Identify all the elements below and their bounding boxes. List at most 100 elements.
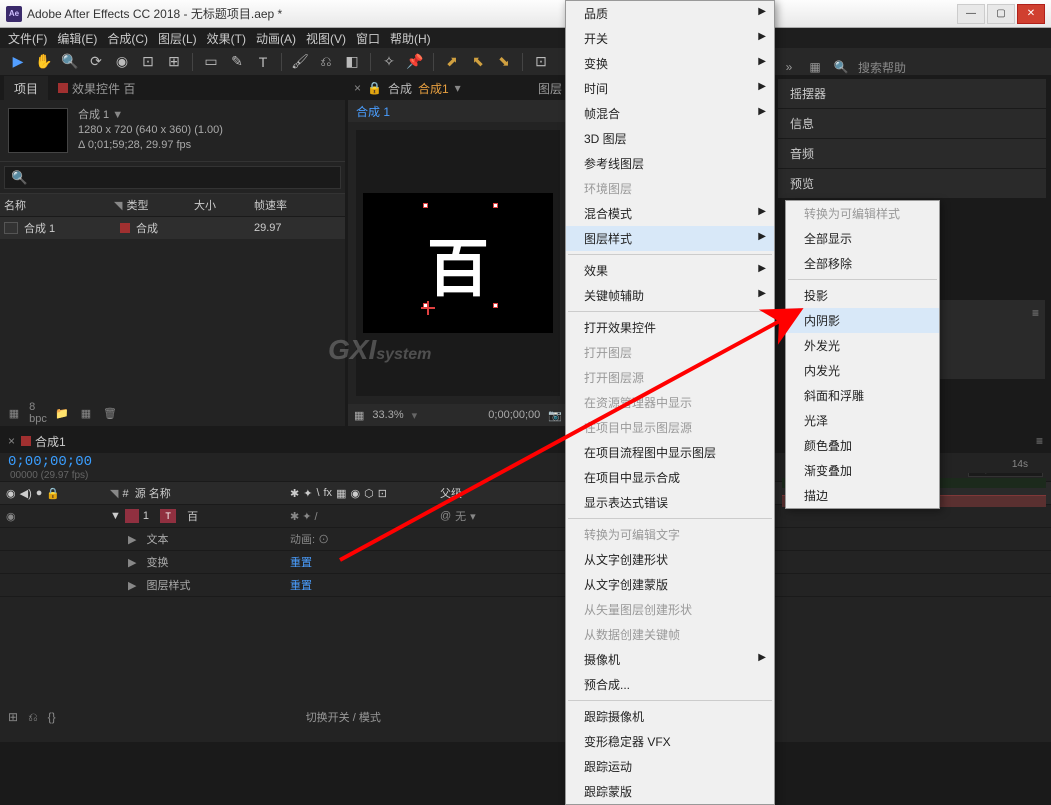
menu-item[interactable]: 参考线图层 <box>566 151 774 176</box>
selection-handle[interactable] <box>493 203 498 208</box>
animate-menu-icon[interactable]: ⊙ <box>318 534 329 546</box>
col-name-header[interactable]: 名称 <box>4 197 114 213</box>
reset-button[interactable]: 重置 <box>290 557 312 569</box>
workspace-arrows-icon[interactable]: » <box>780 58 798 76</box>
menu-item[interactable]: 跟踪蒙版 <box>566 779 774 804</box>
menu-item[interactable]: 开关▶ <box>566 26 774 51</box>
menu-item[interactable]: 帧混合▶ <box>566 101 774 126</box>
toggle-icon[interactable]: {} <box>48 710 56 724</box>
zoom-tool-icon[interactable]: 🔍 <box>60 52 80 72</box>
roto-tool-icon[interactable]: ✧ <box>379 52 399 72</box>
composition-canvas[interactable]: 百 GXIsystem <box>356 130 560 396</box>
viewer-timecode[interactable]: 0;00;00;00 <box>488 409 540 421</box>
panel-audio[interactable]: 音频 <box>778 139 1046 168</box>
menu-item[interactable]: 3D 图层 <box>566 126 774 151</box>
viewer-comp-name[interactable]: 合成1 <box>418 80 449 97</box>
effect-controls-tab[interactable]: 效果控件 百 <box>48 76 145 101</box>
search-help-input[interactable]: 搜索帮助 <box>858 59 906 76</box>
timeline-comp-name[interactable]: 合成1 <box>35 433 66 450</box>
clone-tool-icon[interactable]: ⎌ <box>316 52 336 72</box>
type-tool-icon[interactable]: T <box>253 52 273 72</box>
menu-item[interactable]: 内发光 <box>786 358 939 383</box>
viewer-snapshot-icon[interactable]: 📷 <box>548 409 562 422</box>
menu-item[interactable]: 从文字创建形状 <box>566 547 774 572</box>
panel-menu-icon[interactable]: ≡ <box>1032 306 1039 320</box>
eraser-tool-icon[interactable]: ◧ <box>342 52 362 72</box>
axis-view-icon[interactable]: ⬊ <box>494 52 514 72</box>
selection-tool-icon[interactable]: ▶ <box>8 52 28 72</box>
text-layer-content[interactable]: 百 <box>427 218 489 308</box>
parent-dropdown[interactable]: 无 <box>455 508 466 524</box>
brush-tool-icon[interactable]: 🖌 <box>290 52 310 72</box>
project-item-row[interactable]: 合成 1 合成 29.97 <box>0 217 345 239</box>
rectangle-tool-icon[interactable]: ▭ <box>201 52 221 72</box>
av-toggle-icon[interactable]: ◉ <box>6 487 16 500</box>
twirl-icon[interactable]: ▶ <box>128 556 136 569</box>
pen-tool-icon[interactable]: ✎ <box>227 52 247 72</box>
menu-item[interactable]: 跟踪摄像机 <box>566 704 774 729</box>
pan-behind-tool-icon[interactable]: ⊞ <box>164 52 184 72</box>
menu-item[interactable]: 光泽 <box>786 408 939 433</box>
source-name-col[interactable]: 源 名称 <box>135 488 171 500</box>
window-close-button[interactable]: ✕ <box>1017 4 1045 24</box>
menu-item[interactable]: 关键帧辅助▶ <box>566 283 774 308</box>
delete-icon[interactable]: 🗑 <box>102 406 118 420</box>
camera-tool-icon[interactable]: ⊡ <box>138 52 158 72</box>
toggle-switches-label[interactable]: 切换开关 / 模式 <box>306 709 381 725</box>
menu-item[interactable]: 时间▶ <box>566 76 774 101</box>
timeline-menu-icon[interactable]: ≡ <box>1036 434 1043 448</box>
composition-thumbnail[interactable] <box>8 108 68 153</box>
selection-handle[interactable] <box>423 203 428 208</box>
project-tab[interactable]: 项目 <box>4 76 48 101</box>
col-size-header[interactable]: 大小 <box>194 197 254 213</box>
menu-item[interactable]: 从文字创建蒙版 <box>566 572 774 597</box>
layer-name[interactable]: 百 <box>187 508 198 524</box>
window-minimize-button[interactable]: — <box>957 4 985 24</box>
rotation-tool-icon[interactable]: ◉ <box>112 52 132 72</box>
new-comp-icon[interactable]: ▦ <box>78 406 94 420</box>
menu-item[interactable]: 渐变叠加 <box>786 458 939 483</box>
menu-composition[interactable]: 合成(C) <box>107 30 148 47</box>
menu-file[interactable]: 文件(F) <box>8 30 47 47</box>
menu-item[interactable]: 斜面和浮雕 <box>786 383 939 408</box>
interpret-icon[interactable]: ▦ <box>6 406 22 420</box>
menu-item[interactable]: 全部显示 <box>786 226 939 251</box>
eye-icon[interactable]: ◉ <box>6 510 16 523</box>
menu-help[interactable]: 帮助(H) <box>390 30 431 47</box>
new-folder-icon[interactable]: 📁 <box>54 406 70 420</box>
zoom-level[interactable]: 33.3% <box>372 409 403 421</box>
col-framerate-header[interactable]: 帧速率 <box>254 197 341 213</box>
menu-item[interactable]: 图层样式▶ <box>566 226 774 251</box>
hand-tool-icon[interactable]: ✋ <box>34 52 54 72</box>
twirl-icon[interactable]: ▶ <box>128 533 136 546</box>
menu-animation[interactable]: 动画(A) <box>256 30 296 47</box>
menu-item[interactable]: 外发光 <box>786 333 939 358</box>
project-search[interactable] <box>0 161 345 194</box>
twirl-icon[interactable]: ▶ <box>128 579 136 592</box>
menu-item[interactable]: 投影 <box>786 283 939 308</box>
menu-item[interactable]: 品质▶ <box>566 1 774 26</box>
toggle-icon[interactable]: ⎌ <box>28 710 38 725</box>
menu-effect[interactable]: 效果(T) <box>207 30 246 47</box>
menu-item[interactable]: 混合模式▶ <box>566 201 774 226</box>
menu-item[interactable]: 变换▶ <box>566 51 774 76</box>
close-tab-icon[interactable]: × <box>354 81 361 95</box>
menu-view[interactable]: 视图(V) <box>306 30 346 47</box>
menu-item[interactable]: 描边 <box>786 483 939 508</box>
snap-icon[interactable]: ⊡ <box>531 52 551 72</box>
close-tab-icon[interactable]: × <box>8 434 15 448</box>
bpc-toggle[interactable]: 8 bpc <box>30 406 46 420</box>
axis-world-icon[interactable]: ⬉ <box>468 52 488 72</box>
project-search-input[interactable] <box>4 166 341 189</box>
menu-item[interactable]: 摄像机▶ <box>566 647 774 672</box>
viewer-flowchart-bar[interactable]: 合成 1 <box>348 100 568 122</box>
menu-window[interactable]: 窗口 <box>356 30 380 47</box>
menu-item[interactable]: 效果▶ <box>566 258 774 283</box>
viewer-grid-icon[interactable]: ▦ <box>354 409 364 422</box>
reset-button[interactable]: 重置 <box>290 580 312 592</box>
orbit-tool-icon[interactable]: ⟳ <box>86 52 106 72</box>
timeline-property-row[interactable]: . ▶图层样式 重置 <box>0 574 1051 597</box>
menu-item[interactable]: 显示表达式错误 <box>566 490 774 515</box>
current-time-display[interactable]: 0;00;00;00 <box>8 454 92 470</box>
menu-item[interactable]: 预合成... <box>566 672 774 697</box>
